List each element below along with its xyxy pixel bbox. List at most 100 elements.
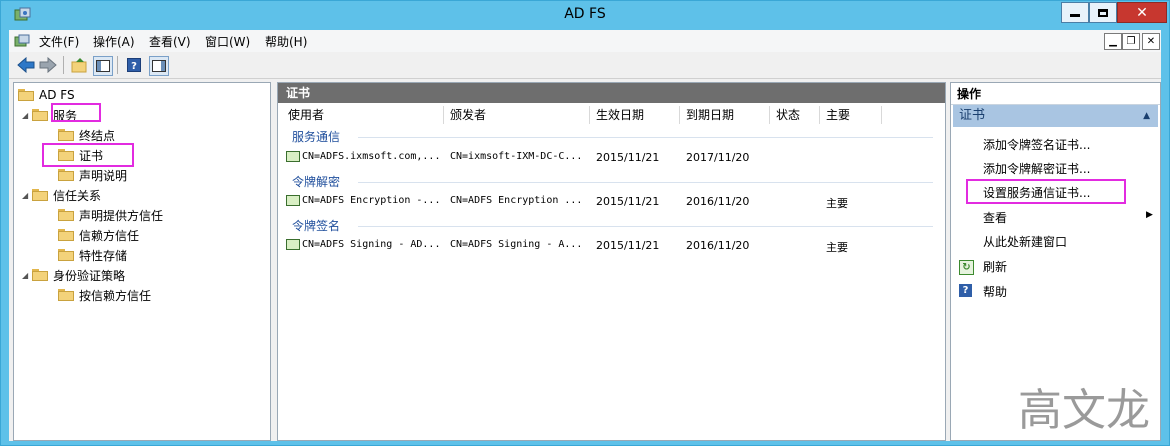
mmc-window: AD FS ✕ 文件(F) 操作(A) 查看(V) 窗口(W) 帮助(H) ▁ … bbox=[0, 0, 1170, 446]
tree-node-auth-policies[interactable]: ◢ 身份验证策略 bbox=[22, 266, 125, 284]
action-add-token-signing-cert[interactable]: 添加令牌签名证书... bbox=[983, 136, 1090, 153]
tree-node-label: AD FS bbox=[39, 88, 75, 102]
menu-help[interactable]: 帮助(H) bbox=[265, 33, 307, 50]
close-button[interactable]: ✕ bbox=[1117, 2, 1167, 23]
folder-icon bbox=[58, 289, 74, 301]
folder-icon bbox=[32, 189, 48, 201]
cell-expiry-date: 2016/11/20 bbox=[686, 195, 750, 208]
results-pane-title: 证书 bbox=[278, 83, 945, 103]
action-new-window-from-here[interactable]: 从此处新建窗口 bbox=[983, 233, 1067, 250]
adfs-menu-icon[interactable] bbox=[14, 33, 31, 49]
help-icon: ? bbox=[127, 58, 141, 72]
action-refresh[interactable]: 刷新 bbox=[983, 258, 1007, 275]
show-hide-console-tree-button[interactable] bbox=[93, 56, 113, 76]
column-header-subject[interactable]: 使用者 bbox=[282, 106, 444, 124]
up-one-level-button[interactable] bbox=[71, 56, 89, 74]
expand-arrow-icon[interactable]: ◢ bbox=[22, 271, 32, 280]
folder-icon bbox=[58, 229, 74, 241]
folder-icon bbox=[32, 109, 48, 121]
tree-node-claims-provider-trusts[interactable]: 声明提供方信任 bbox=[58, 206, 163, 224]
back-arrow-icon bbox=[17, 57, 35, 73]
results-pane: 证书 使用者 颁发者 生效日期 到期日期 状态 主要 服务通信 CN=ADFS.… bbox=[277, 82, 946, 441]
tree-node-label: 终结点 bbox=[79, 128, 116, 143]
cell-effective-date: 2015/11/21 bbox=[596, 195, 660, 208]
column-header-primary[interactable]: 主要 bbox=[820, 106, 882, 124]
group-divider bbox=[358, 137, 933, 138]
cell-issuer: CN=ADFS Signing - A... bbox=[450, 239, 583, 250]
cell-issuer: CN=ixmsoft-IXM-DC-C... bbox=[450, 151, 583, 162]
folder-up-icon bbox=[71, 58, 87, 73]
menu-action[interactable]: 操作(A) bbox=[93, 33, 135, 50]
tree-node-trust-relationships[interactable]: ◢ 信任关系 bbox=[22, 186, 101, 204]
tree-node-endpoints[interactable]: 终结点 bbox=[58, 126, 115, 144]
menu-file[interactable]: 文件(F) bbox=[39, 33, 79, 50]
certificate-icon bbox=[286, 151, 300, 162]
svg-text:?: ? bbox=[131, 61, 137, 72]
tree-node-label: 按信赖方信任 bbox=[79, 288, 152, 303]
group-token-decrypting[interactable]: 令牌解密 bbox=[292, 173, 340, 190]
mdi-close-button[interactable]: ✕ bbox=[1142, 33, 1160, 50]
tree-node-label: 声明说明 bbox=[79, 168, 128, 183]
tree-node-per-relying-party-trust[interactable]: 按信赖方信任 bbox=[58, 286, 151, 304]
menu-window[interactable]: 窗口(W) bbox=[205, 33, 250, 50]
collapse-arrow-icon[interactable]: ▲ bbox=[1143, 105, 1150, 127]
help-button[interactable]: ? bbox=[125, 56, 143, 74]
title-bar[interactable]: AD FS ✕ bbox=[1, 1, 1169, 29]
column-header-effective-date[interactable]: 生效日期 bbox=[590, 106, 680, 124]
column-header-expiry-date[interactable]: 到期日期 bbox=[680, 106, 770, 124]
certificate-icon bbox=[286, 195, 300, 206]
minimize-button[interactable] bbox=[1061, 2, 1089, 23]
column-header-status[interactable]: 状态 bbox=[770, 106, 820, 124]
column-header-issuer[interactable]: 颁发者 bbox=[444, 106, 590, 124]
folder-icon bbox=[58, 209, 74, 221]
maximize-button[interactable] bbox=[1089, 2, 1117, 23]
certificate-icon bbox=[286, 239, 300, 250]
action-add-token-decrypting-cert[interactable]: 添加令牌解密证书... bbox=[983, 160, 1090, 177]
maximize-icon bbox=[1098, 8, 1108, 17]
annotation-highlight-certificates bbox=[42, 143, 134, 167]
menu-view[interactable]: 查看(V) bbox=[149, 33, 191, 50]
group-service-communications[interactable]: 服务通信 bbox=[292, 128, 340, 145]
tree-node-claim-descriptions[interactable]: 声明说明 bbox=[58, 166, 127, 184]
toolbar-separator bbox=[117, 56, 118, 74]
group-divider bbox=[358, 226, 933, 227]
actions-section-certificates[interactable]: 证书 ▲ bbox=[953, 105, 1158, 127]
folder-icon bbox=[32, 269, 48, 281]
actions-pane-title: 操作 bbox=[951, 83, 1160, 105]
forward-arrow-icon bbox=[39, 57, 57, 73]
back-button[interactable] bbox=[17, 56, 35, 74]
show-hide-action-pane-button[interactable] bbox=[149, 56, 169, 76]
cell-subject: CN=ADFS Encryption -... bbox=[302, 195, 441, 206]
cell-issuer: CN=ADFS Encryption ... bbox=[450, 195, 583, 206]
tree-node-relying-party-trusts[interactable]: 信赖方信任 bbox=[58, 226, 139, 244]
expand-arrow-icon[interactable]: ◢ bbox=[22, 111, 32, 120]
expand-arrow-icon[interactable]: ◢ bbox=[22, 191, 32, 200]
tree-node-label: 特性存储 bbox=[79, 248, 128, 263]
group-divider bbox=[358, 182, 933, 183]
restore-icon: ❐ bbox=[1126, 36, 1136, 47]
client-area: 文件(F) 操作(A) 查看(V) 窗口(W) 帮助(H) ▁ ❐ ✕ ? AD… bbox=[9, 30, 1161, 441]
mdi-minimize-button[interactable]: ▁ bbox=[1104, 33, 1122, 50]
tree-node-label: 信赖方信任 bbox=[79, 228, 140, 243]
toolbar: ? bbox=[9, 52, 1161, 79]
cell-effective-date: 2015/11/21 bbox=[596, 151, 660, 164]
close-icon: ✕ bbox=[1136, 4, 1148, 21]
minimize-icon: ▁ bbox=[1109, 36, 1117, 47]
action-help[interactable]: 帮助 bbox=[983, 283, 1007, 300]
forward-button[interactable] bbox=[39, 56, 57, 74]
action-view[interactable]: 查看 bbox=[983, 209, 1007, 226]
cell-effective-date: 2015/11/21 bbox=[596, 239, 660, 252]
tree-node-label: 声明提供方信任 bbox=[79, 208, 164, 223]
tree-node-adfs[interactable]: AD FS bbox=[18, 86, 75, 104]
tree-node-attribute-stores[interactable]: 特性存储 bbox=[58, 246, 127, 264]
console-tree-icon bbox=[96, 60, 110, 72]
folder-icon bbox=[58, 249, 74, 261]
toolbar-separator bbox=[63, 56, 64, 74]
help-icon: ? bbox=[959, 284, 972, 297]
mdi-restore-button[interactable]: ❐ bbox=[1122, 33, 1140, 50]
watermark-text: 高文龙 bbox=[1018, 385, 1150, 436]
tree-node-label: 信任关系 bbox=[53, 188, 102, 203]
group-token-signing[interactable]: 令牌签名 bbox=[292, 217, 340, 234]
folder-icon bbox=[58, 169, 74, 181]
close-icon: ✕ bbox=[1146, 36, 1156, 47]
